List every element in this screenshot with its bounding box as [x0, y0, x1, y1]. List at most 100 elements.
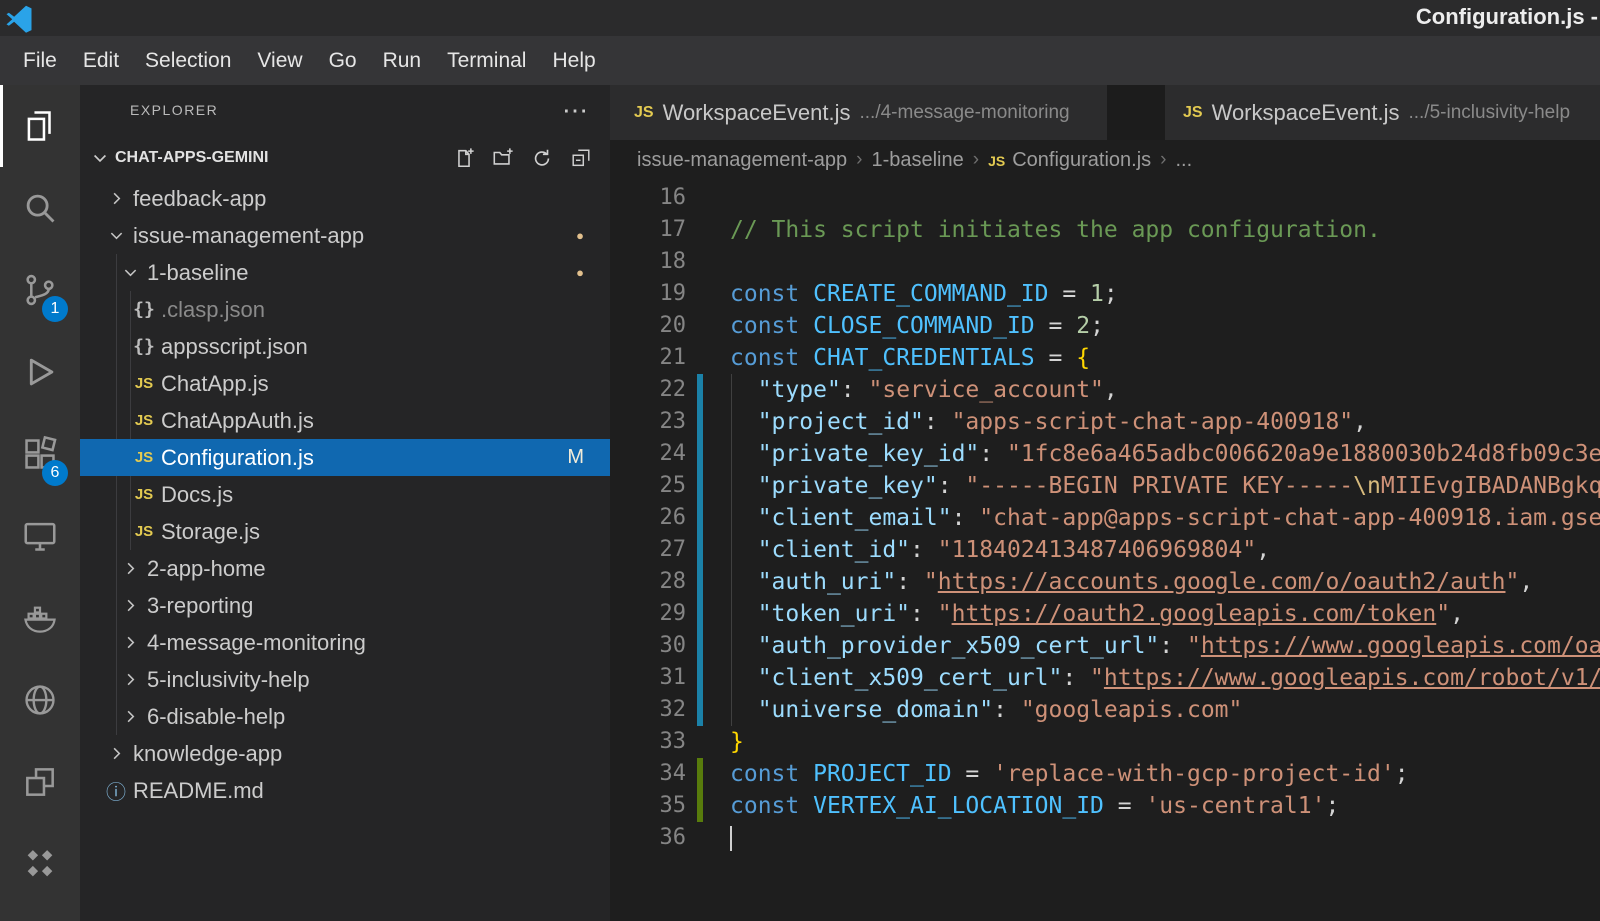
line-number: 35 — [610, 790, 686, 822]
tree-item-issue-management-app[interactable]: issue-management-app● — [80, 217, 610, 254]
code-line-33: 33} — [610, 726, 1600, 758]
code-line-30: 30 "auth_provider_x509_cert_url": "https… — [610, 630, 1600, 662]
menu-item-view[interactable]: View — [244, 42, 315, 80]
code-line-27: 27 "client_id": "118402413487406969804", — [610, 534, 1600, 566]
tree-item-label: ChatAppAuth.js — [161, 408, 314, 434]
code-line-content: "client_email": "chat-app@apps-script-ch… — [730, 502, 1600, 534]
breadcrumb-item[interactable]: ... — [1176, 149, 1193, 172]
gutter-modified-bar — [697, 438, 703, 470]
js-file-icon: JS — [1183, 104, 1212, 122]
tree-item-4-message-monitoring[interactable]: 4-message-monitoring — [80, 624, 610, 661]
tree-item-label: feedback-app — [133, 186, 266, 212]
indent-guide — [731, 374, 732, 726]
tree-item-chatappauth-js[interactable]: JSChatAppAuth.js — [80, 402, 610, 439]
breadcrumb-item[interactable]: issue-management-app — [637, 149, 847, 172]
tree-item-label: appsscript.json — [161, 334, 308, 360]
tree-item-3-reporting[interactable]: 3-reporting — [80, 587, 610, 624]
code-line-content: const VERTEX_AI_LOCATION_ID = 'us-centra… — [730, 790, 1600, 822]
code-line-20: 20const CLOSE_COMMAND_ID = 2; — [610, 310, 1600, 342]
refresh-icon[interactable] — [531, 147, 553, 169]
tree-item--clasp-json[interactable]: {}.clasp.json — [80, 291, 610, 328]
breadcrumb-item[interactable]: 1-baseline — [871, 149, 963, 172]
json-file-icon: {} — [132, 336, 156, 357]
tree-item-configuration-js[interactable]: JSConfiguration.jsM — [80, 439, 610, 476]
tree-item-readme-md[interactable]: ⓘREADME.md — [80, 772, 610, 809]
gutter-modified-bar — [697, 470, 703, 502]
diff-gutter — [686, 694, 730, 726]
code-line-content — [730, 246, 1600, 278]
ports-icon[interactable] — [0, 741, 80, 823]
diff-gutter — [686, 214, 730, 246]
tree-item-label: README.md — [133, 778, 264, 804]
line-number: 22 — [610, 374, 686, 406]
gutter-modified-bar — [697, 694, 703, 726]
menu-item-go[interactable]: Go — [316, 42, 370, 80]
code-line-36: 36 — [610, 822, 1600, 854]
more-actions-icon[interactable]: ⋯ — [562, 95, 588, 126]
new-folder-icon[interactable] — [492, 147, 514, 169]
workspace-name: CHAT-APPS-GEMINI — [115, 149, 268, 167]
tree-item-chatapp-js[interactable]: JSChatApp.js — [80, 365, 610, 402]
chevron-right-icon — [104, 744, 128, 763]
extensions-icon[interactable]: 6 — [0, 413, 80, 495]
code-line-32: 32 "universe_domain": "googleapis.com" — [610, 694, 1600, 726]
readme-file-icon: ⓘ — [104, 776, 128, 805]
diff-gutter — [686, 822, 730, 854]
menu-item-file[interactable]: File — [10, 42, 70, 80]
tree-item-appsscript-json[interactable]: {}appsscript.json — [80, 328, 610, 365]
line-number: 21 — [610, 342, 686, 374]
menu-item-selection[interactable]: Selection — [132, 42, 244, 80]
tree-item-feedback-app[interactable]: feedback-app — [80, 180, 610, 217]
gutter-modified-bar — [697, 374, 703, 406]
source-control-icon[interactable]: 1 — [0, 249, 80, 331]
web-icon[interactable] — [0, 659, 80, 741]
code-line-24: 24 "private_key_id": "1fc8e6a465adbc0066… — [610, 438, 1600, 470]
diff-gutter — [686, 758, 730, 790]
tree-item-docs-js[interactable]: JSDocs.js — [80, 476, 610, 513]
line-number: 31 — [610, 662, 686, 694]
tree-item-knowledge-app[interactable]: knowledge-app — [80, 735, 610, 772]
breadcrumb-label: issue-management-app — [637, 149, 847, 171]
menu-item-edit[interactable]: Edit — [70, 42, 132, 80]
gutter-modified-bar — [697, 662, 703, 694]
tree-item-1-baseline[interactable]: 1-baseline● — [80, 254, 610, 291]
git-modified-badge: M — [567, 446, 584, 469]
code-line-content: "auth_uri": "https://accounts.google.com… — [730, 566, 1600, 598]
menu-item-run[interactable]: Run — [370, 42, 435, 80]
menu-item-terminal[interactable]: Terminal — [434, 42, 539, 80]
tab-filename: WorkspaceEvent.js — [663, 100, 851, 126]
gutter-modified-bar — [697, 502, 703, 534]
code-assist-icon[interactable] — [0, 823, 80, 905]
diff-gutter — [686, 566, 730, 598]
chevron-right-icon — [118, 707, 142, 726]
code-line-28: 28 "auth_uri": "https://accounts.google.… — [610, 566, 1600, 598]
breadcrumb-separator-icon: › — [964, 149, 988, 171]
tree-item-label: 4-message-monitoring — [147, 630, 366, 656]
tab-workspaceevent-js-2[interactable]: JSWorkspaceEvent.js.../5-inclusivity-hel… — [1165, 85, 1600, 140]
code-line-26: 26 "client_email": "chat-app@apps-script… — [610, 502, 1600, 534]
tree-item-2-app-home[interactable]: 2-app-home — [80, 550, 610, 587]
collapse-all-icon[interactable] — [570, 147, 592, 169]
search-icon[interactable] — [0, 167, 80, 249]
explorer-icon[interactable] — [0, 85, 80, 167]
docker-icon[interactable] — [0, 577, 80, 659]
tab-workspaceevent-js-1[interactable]: JSWorkspaceEvent.js.../4-message-monitor… — [610, 85, 1107, 140]
breadcrumb-item[interactable]: JSConfiguration.js — [988, 149, 1151, 172]
new-file-icon[interactable] — [453, 147, 475, 169]
code-line-content: "auth_provider_x509_cert_url": "https://… — [730, 630, 1600, 662]
run-debug-icon[interactable] — [0, 331, 80, 413]
breadcrumb-label: Configuration.js — [1012, 149, 1151, 171]
menu-item-help[interactable]: Help — [539, 42, 608, 80]
remote-explorer-icon[interactable] — [0, 495, 80, 577]
tree-item-6-disable-help[interactable]: 6-disable-help — [80, 698, 610, 735]
workspace-section-header[interactable]: CHAT-APPS-GEMINI — [80, 135, 610, 180]
vscode-window: Configuration.js - FileEditSelectionView… — [0, 0, 1600, 921]
tree-item-label: knowledge-app — [133, 741, 282, 767]
gutter-modified-bar — [697, 534, 703, 566]
line-number: 36 — [610, 822, 686, 854]
tree-item-storage-js[interactable]: JSStorage.js — [80, 513, 610, 550]
tree-item-5-inclusivity-help[interactable]: 5-inclusivity-help — [80, 661, 610, 698]
code-line-content: const CREATE_COMMAND_ID = 1; — [730, 278, 1600, 310]
code-editor[interactable]: 1617// This script initiates the app con… — [610, 180, 1600, 921]
line-number: 18 — [610, 246, 686, 278]
